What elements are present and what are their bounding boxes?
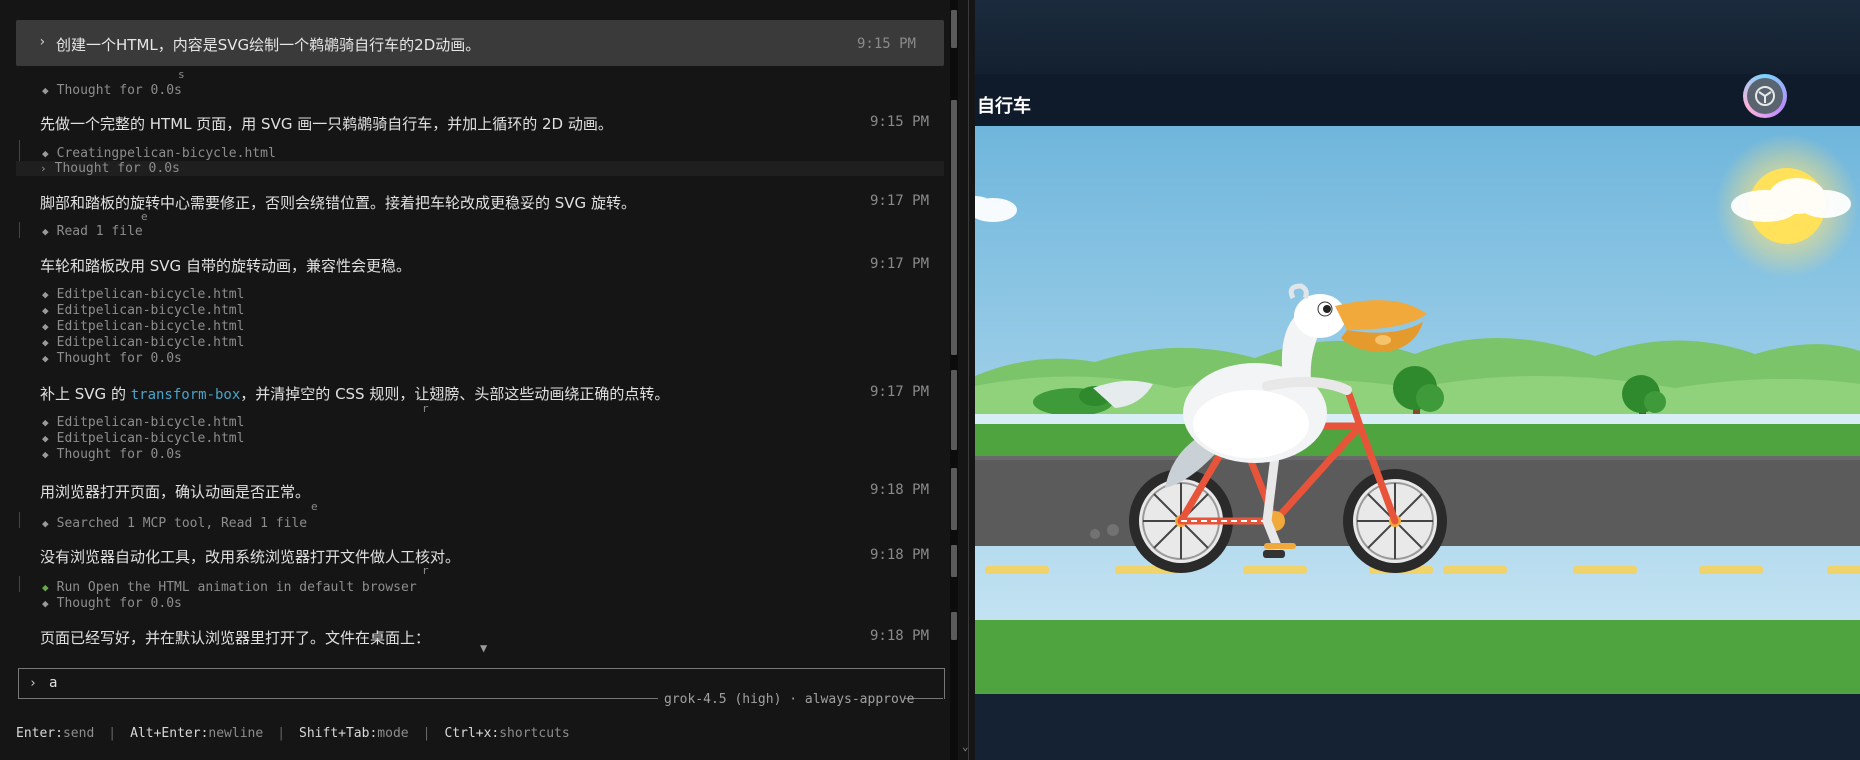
chevron-right-icon: › [29, 676, 37, 691]
separator: | [277, 726, 286, 741]
scroll-down-icon[interactable]: ▼ [480, 641, 487, 655]
assistant-reply: 用浏览器打开页面，确认动画是否正常。 [40, 483, 311, 501]
diamond-icon: ◆ [42, 288, 49, 301]
step-thought: ◆ Thought for 0.0s [42, 447, 182, 462]
step-read: ◆ Read 1 file [42, 224, 143, 239]
diamond-icon: ◆ [42, 84, 49, 97]
diamond-icon: ◆ [42, 448, 49, 461]
step-edit: ◆ Editpelican-bicycle.html [42, 287, 245, 302]
shortcut-action: newline [208, 726, 264, 741]
browser-bottom [975, 694, 1860, 760]
timestamp: 9:17 PM [870, 384, 930, 400]
model-name: grok-4.5 (high) [664, 692, 782, 707]
input-border [18, 698, 658, 699]
shortcut-action: mode [377, 726, 409, 741]
scrollbar-thumb[interactable] [951, 10, 957, 48]
stray-char: r [422, 402, 429, 415]
shortcut-footer: Enter:send | Alt+Enter:newline | Shift+Tab:m… [16, 726, 570, 741]
stray-char: e [141, 210, 148, 223]
scrollbar-thumb[interactable] [951, 370, 957, 450]
diamond-icon: ◆ [42, 147, 49, 160]
prompt-input-value: a [49, 675, 58, 691]
tree-connector [19, 222, 20, 238]
scrollbar-thumb[interactable] [951, 100, 957, 355]
pane-divider [968, 0, 969, 760]
step-searched: ◆ Searched 1 MCP tool, Read 1 file [42, 516, 308, 531]
stray-char: s [178, 68, 185, 81]
dust-puff [1090, 529, 1100, 539]
chevron-right-icon: › [40, 162, 47, 175]
diamond-icon: ◆ [42, 336, 49, 349]
tree-connector [19, 512, 20, 528]
step-run: ◆ Run Open the HTML animation in default … [42, 580, 417, 595]
avatar[interactable] [1743, 74, 1787, 118]
timestamp: 9:15 PM [870, 114, 930, 130]
grass-foreground [975, 620, 1860, 694]
logo-icon [1755, 86, 1775, 106]
inline-code: transform-box [130, 387, 241, 403]
timestamp: 9:17 PM [870, 256, 930, 272]
shortcut-key: Alt+Enter [130, 726, 201, 741]
step-edit: ◆ Editpelican-bicycle.html [42, 303, 245, 318]
assistant-reply: 先做一个完整的 HTML 页面，用 SVG 画一只鹈鹕骑自行车，并加上循环的 2… [40, 115, 613, 133]
shortcut-key: Shift+Tab [299, 726, 370, 741]
dust-puff [1107, 524, 1119, 536]
diamond-icon: ◆ [42, 597, 49, 610]
shortcut-key: Ctrl+x [444, 726, 492, 741]
chevron-down-icon[interactable]: ⌄ [962, 740, 969, 753]
shortcut-key: Enter [16, 726, 56, 741]
step-thought-collapsed[interactable]: › Thought for 0.0s [40, 161, 180, 176]
road-markings [985, 566, 1860, 574]
timestamp: 9:15 PM [856, 36, 916, 52]
road-edge [975, 456, 1860, 460]
page-title: 自行车 [977, 96, 1031, 117]
assistant-reply: 脚部和踏板的旋转中心需要修正，否则会绕错位置。接着把车轮改成更稳妥的 SVG 旋… [40, 194, 636, 212]
assistant-reply: 没有浏览器自动化工具，改用系统浏览器打开文件做人工核对。 [40, 548, 461, 566]
chevron-right-icon: › [38, 34, 47, 50]
shortcut-action: send [62, 726, 95, 741]
user-prompt-row[interactable]: › 创建一个HTML，内容是SVG绘制一个鹈鹕骑自行车的2D动画。 9:15 P… [16, 20, 944, 66]
diamond-icon: ◆ [42, 581, 49, 594]
browser-topbar [975, 0, 1860, 74]
diamond-icon: ◆ [42, 432, 49, 445]
timestamp: 9:18 PM [870, 547, 930, 563]
diamond-icon: ◆ [42, 352, 49, 365]
assistant-reply: 页面已经写好，并在默认浏览器里打开了。文件在桌面上： [40, 629, 431, 647]
diamond-icon: ◆ [42, 320, 49, 333]
stray-char: e [311, 500, 318, 513]
scrollbar-thumb[interactable] [951, 545, 957, 577]
step-thought: ◆ Thought for 0.0s [42, 83, 182, 98]
pelican-bicycle-animation [975, 126, 1860, 694]
diamond-icon: ◆ [42, 304, 49, 317]
assistant-reply: 补上 SVG 的 transform-box，并清掉空的 CSS 规则，让翅膀、… [40, 385, 670, 403]
separator-dot: · [789, 692, 805, 707]
page-header [975, 74, 1860, 126]
assistant-reply: 车轮和踏板改用 SVG 自带的旋转动画，兼容性会更稳。 [40, 257, 411, 275]
diamond-icon: ◆ [42, 225, 49, 238]
step-edit: ◆ Editpelican-bicycle.html [42, 319, 245, 334]
browser-pane: 自行车 [975, 0, 1860, 760]
scrollbar-thumb[interactable] [951, 612, 957, 640]
step-creating: ◆ Creatingpelican-bicycle.html [42, 146, 276, 161]
step-edit: ◆ Editpelican-bicycle.html [42, 415, 245, 430]
step-edit: ◆ Editpelican-bicycle.html [42, 335, 245, 350]
approval-mode: always-approve [804, 692, 915, 707]
stray-char: r [422, 564, 429, 577]
timestamp: 9:18 PM [870, 628, 930, 644]
separator: | [422, 726, 431, 741]
tree-connector [19, 576, 20, 592]
diamond-icon: ◆ [42, 416, 49, 429]
user-prompt-text: 创建一个HTML，内容是SVG绘制一个鹈鹕骑自行车的2D动画。 [56, 36, 481, 54]
model-status: grok-4.5 (high) · always-approve [664, 692, 914, 707]
scrollbar-thumb[interactable] [951, 468, 957, 530]
shortcut-action: shortcuts [499, 726, 570, 741]
timestamp: 9:18 PM [870, 482, 930, 498]
step-edit: ◆ Editpelican-bicycle.html [42, 431, 245, 446]
step-thought: ◆ Thought for 0.0s [42, 351, 182, 366]
timestamp: 9:17 PM [870, 193, 930, 209]
step-thought: ◆ Thought for 0.0s [42, 596, 182, 611]
separator: | [108, 726, 117, 741]
diamond-icon: ◆ [42, 517, 49, 530]
terminal-pane: › 创建一个HTML，内容是SVG绘制一个鹈鹕骑自行车的2D动画。 9:15 P… [0, 0, 975, 760]
